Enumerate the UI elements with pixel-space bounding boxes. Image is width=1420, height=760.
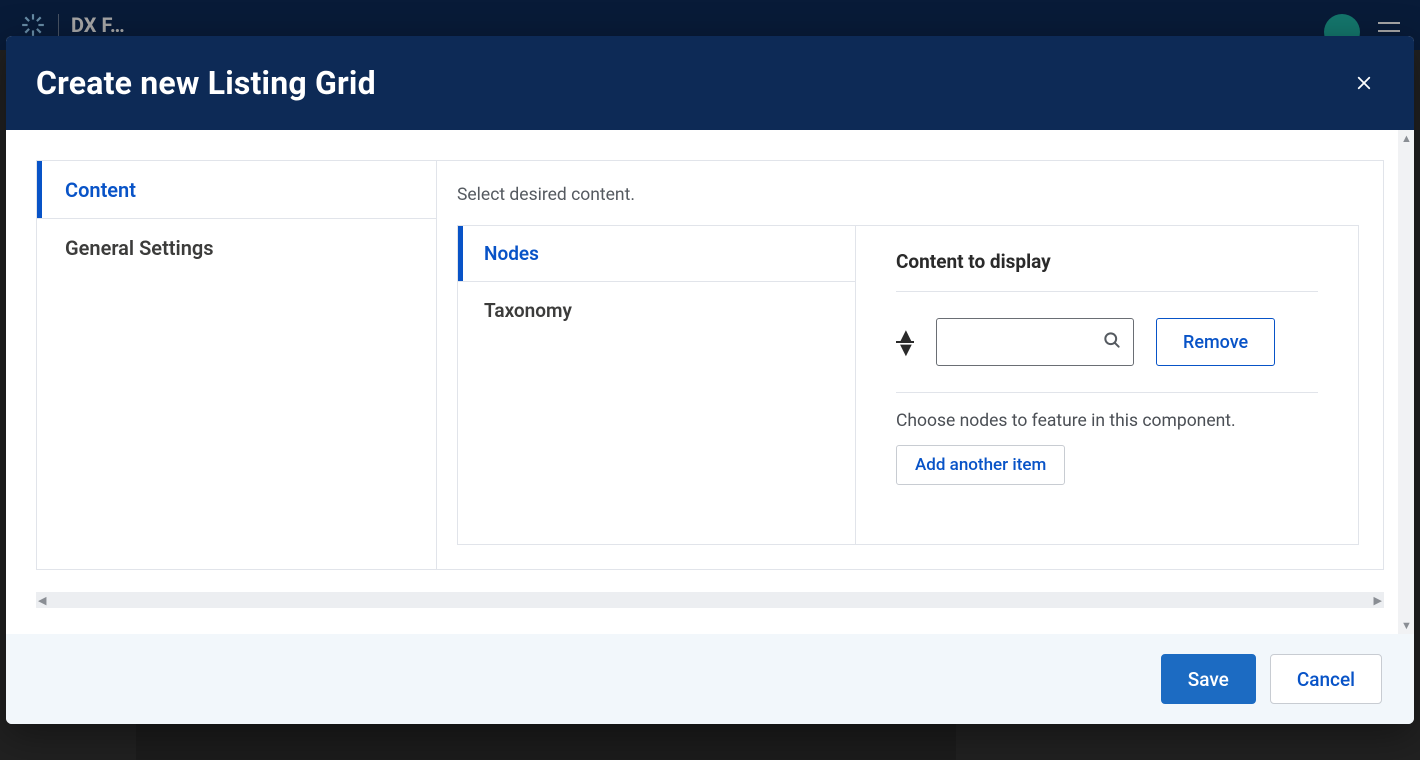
save-button-label: Save [1188, 668, 1229, 691]
nodes-detail: Content to display ▲ ▼ [856, 226, 1358, 544]
node-search-wrap [936, 318, 1134, 366]
add-another-item-button[interactable]: Add another item [896, 445, 1065, 485]
detail-heading: Content to display [896, 250, 1318, 273]
subtab-nodes-label: Nodes [484, 242, 539, 265]
scrollbar-horizontal[interactable]: ◀ ▶ [36, 592, 1384, 608]
tab-content-label: Content [65, 178, 136, 202]
remove-button[interactable]: Remove [1156, 318, 1275, 366]
close-icon [1355, 74, 1373, 92]
drag-handle-icon[interactable]: ▲ ▼ [896, 330, 914, 354]
content-inner-card: Nodes Taxonomy Content to display [457, 225, 1359, 545]
cancel-button-label: Cancel [1297, 668, 1355, 691]
modal-title: Create new Listing Grid [36, 64, 376, 102]
modal-create-listing-grid: Create new Listing Grid ▲ ▼ Content Gene… [6, 36, 1414, 724]
modal-body: ▲ ▼ Content General Settings Select desi… [6, 130, 1414, 634]
content-subtabs: Nodes Taxonomy [458, 226, 856, 544]
remove-button-label: Remove [1183, 332, 1248, 353]
cancel-button[interactable]: Cancel [1270, 654, 1382, 704]
subtab-taxonomy-label: Taxonomy [484, 299, 572, 322]
vertical-tabs: Content General Settings [37, 161, 437, 569]
content-pane: Select desired content. Nodes Taxonomy C… [437, 161, 1383, 569]
nodes-help-text: Choose nodes to feature in this componen… [896, 411, 1318, 431]
node-row: ▲ ▼ [896, 318, 1318, 366]
close-button[interactable] [1346, 65, 1382, 101]
modal-footer: Save Cancel [6, 634, 1414, 724]
subtab-nodes[interactable]: Nodes [458, 226, 855, 282]
settings-layout: Content General Settings Select desired … [36, 160, 1384, 570]
tab-general-settings-label: General Settings [65, 236, 214, 260]
content-hint: Select desired content. [457, 185, 1359, 205]
tab-general-settings[interactable]: General Settings [37, 219, 436, 277]
save-button[interactable]: Save [1161, 654, 1256, 704]
search-icon [1102, 330, 1122, 354]
tab-content[interactable]: Content [37, 161, 436, 219]
add-another-item-label: Add another item [915, 455, 1046, 475]
modal-header: Create new Listing Grid [6, 36, 1414, 130]
scrollbar-vertical[interactable]: ▲ ▼ [1398, 130, 1414, 634]
subtab-taxonomy[interactable]: Taxonomy [458, 282, 855, 338]
